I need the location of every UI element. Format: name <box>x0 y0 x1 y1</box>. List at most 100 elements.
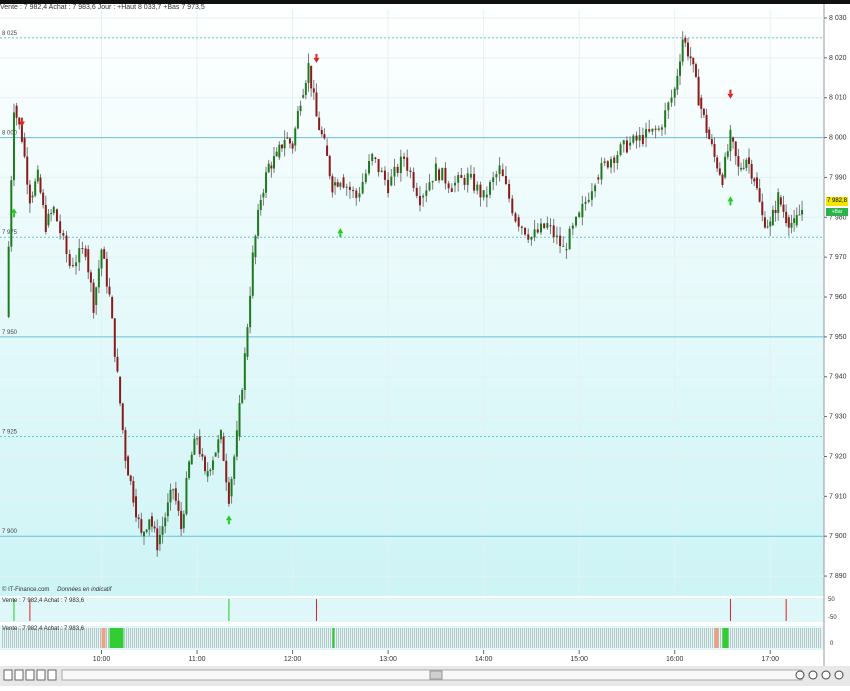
hist-bar <box>180 628 181 648</box>
chart-window: 8 025 8 000 7 975 7 950 7 925 7 900 7 890 7 90… <box>0 0 850 686</box>
hist-bar <box>408 628 409 648</box>
hist-bar <box>244 628 245 648</box>
candle-body <box>302 94 305 98</box>
candle-body <box>552 225 555 238</box>
candle-body <box>660 127 663 130</box>
chart-icon <box>14 669 24 681</box>
candle-body <box>485 194 488 198</box>
candle-body <box>469 173 472 178</box>
hist-bar <box>804 628 805 648</box>
candle-body <box>92 282 95 313</box>
hist-bar <box>674 628 675 648</box>
candle-body <box>670 97 673 103</box>
hist-bar <box>130 628 131 648</box>
hist-bar <box>744 628 745 648</box>
candle-body <box>235 430 238 457</box>
hist-bar <box>818 628 819 648</box>
hist-bar <box>440 628 441 648</box>
hist-bar <box>98 628 99 648</box>
hist-bar <box>446 628 447 648</box>
hist-bar <box>752 628 753 648</box>
candle-body <box>97 268 100 288</box>
hist-bar <box>624 628 625 648</box>
candle-body <box>619 144 622 156</box>
hist-bar <box>274 628 275 648</box>
hist-bar <box>402 628 403 648</box>
candle-body <box>20 124 23 142</box>
hist-highlight <box>722 628 729 648</box>
hist-bar <box>756 628 757 648</box>
buy-arrow-stem <box>227 520 230 525</box>
candle-body <box>782 204 785 212</box>
hist-bar <box>730 628 731 648</box>
candle-body <box>676 75 679 90</box>
candle-body <box>275 151 278 157</box>
candle-body <box>50 212 53 214</box>
hist-bar <box>296 628 297 648</box>
hist-bar <box>164 628 165 648</box>
hist-bar <box>436 628 437 648</box>
hist-bar <box>252 628 253 648</box>
candle-body <box>78 248 81 263</box>
hist-bar <box>508 628 509 648</box>
hist-bar <box>286 628 287 648</box>
hist-bar <box>390 628 391 648</box>
hist-bar <box>166 628 167 648</box>
hist-bar <box>236 628 237 648</box>
hist-bar <box>516 628 517 648</box>
candle-body <box>87 249 90 273</box>
hist-bar <box>566 628 567 648</box>
buy-arrow-stem <box>729 201 732 206</box>
hist-bar <box>506 628 507 648</box>
candle-body <box>214 452 217 457</box>
hist-bar <box>330 628 331 648</box>
candle-body <box>164 517 167 527</box>
hist-bar <box>796 628 797 648</box>
hist-bar <box>152 628 153 648</box>
candle-body <box>26 156 29 185</box>
candle-body <box>251 252 254 296</box>
candle-body <box>795 215 798 226</box>
candle-body <box>501 169 504 177</box>
x-tick-label: 17:00 <box>761 656 779 663</box>
hist-bar <box>778 628 779 648</box>
hist-bar <box>248 628 249 648</box>
hist-bar <box>770 628 771 648</box>
hist-bar <box>302 628 303 648</box>
hist-bar <box>514 628 515 648</box>
hist-bar <box>786 628 787 648</box>
candle-body <box>132 481 135 503</box>
hist-bar <box>568 628 569 648</box>
candle-body <box>651 128 654 132</box>
hist-bar <box>316 628 317 648</box>
hist-bar <box>548 628 549 648</box>
hist-bar <box>510 628 511 648</box>
hist-bar <box>202 628 203 648</box>
hist-bar <box>378 628 379 648</box>
hist-bar <box>544 628 545 648</box>
candle-body <box>323 134 326 139</box>
hist-bar <box>84 628 85 648</box>
hist-bar <box>758 628 759 648</box>
hist-bar <box>760 628 761 648</box>
hist-bar <box>406 628 407 648</box>
hist-bar <box>664 628 665 648</box>
hist-bar <box>384 628 385 648</box>
candle-body <box>233 456 236 479</box>
hist-bar <box>472 628 473 648</box>
candle-body <box>31 195 34 198</box>
hist-bar <box>780 628 781 648</box>
hist-bar <box>160 628 161 648</box>
hist-bar <box>582 628 583 648</box>
candle-body <box>273 156 276 169</box>
candle-body <box>406 157 409 171</box>
hist-bar <box>640 628 641 648</box>
hist-bar <box>144 628 145 648</box>
bracket-icon <box>36 669 46 681</box>
candle-body <box>241 389 244 403</box>
candle-body <box>514 213 517 222</box>
hist-bar <box>694 628 695 648</box>
bracket-icon <box>47 669 57 681</box>
hist-bar <box>426 628 427 648</box>
hist-bar <box>490 628 491 648</box>
